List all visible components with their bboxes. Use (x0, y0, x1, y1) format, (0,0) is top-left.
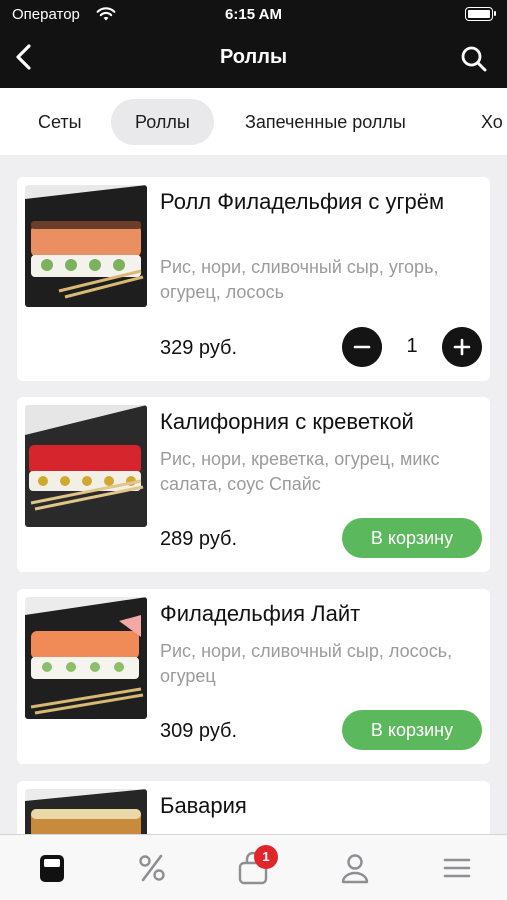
status-time: 6:15 AM (225, 6, 282, 23)
category-tabs: Сеты Роллы Запеченные роллы Хо (0, 88, 507, 155)
product-name: Ролл Филадельфия с угрём (160, 189, 445, 214)
product-list: Ролл Филадельфия с угрём Рис, нори, слив… (0, 155, 507, 834)
add-to-cart-button[interactable]: В корзину (342, 710, 482, 750)
profile-icon[interactable] (338, 851, 372, 885)
product-image (25, 597, 147, 719)
product-card[interactable]: Ролл Филадельфия с угрём Рис, нори, слив… (17, 177, 490, 381)
search-icon[interactable] (459, 44, 489, 74)
product-price: 309 руб. (160, 720, 238, 742)
product-card[interactable]: Калифорния с креветкой Рис, нори, кревет… (17, 397, 490, 572)
tab-hot[interactable]: Хо (457, 99, 507, 145)
minus-icon[interactable] (342, 327, 382, 367)
top-bar: Оператор 6:15 AM Роллы (0, 0, 507, 88)
tab-sets[interactable]: Сеты (14, 99, 106, 145)
tab-rolls[interactable]: Роллы (111, 99, 214, 145)
cart-badge: 1 (254, 845, 278, 869)
product-card[interactable]: Бавария (17, 781, 490, 834)
discount-icon[interactable] (135, 851, 169, 885)
quantity-value: 1 (406, 335, 418, 357)
product-image (25, 405, 147, 527)
more-icon[interactable] (440, 851, 474, 885)
tab-baked-rolls[interactable]: Запеченные роллы (221, 99, 430, 145)
cart-tab[interactable]: 1 (236, 845, 278, 885)
bottom-tab-bar: 1 (0, 834, 507, 900)
product-image (25, 789, 147, 834)
status-bar: Оператор 6:15 AM (0, 0, 507, 32)
page-title: Роллы (219, 46, 288, 68)
product-name: Калифорния с креветкой (160, 409, 414, 434)
product-description: Рис, нори, креветка, огурец, микс салата… (160, 449, 440, 494)
product-name: Филадельфия Лайт (160, 601, 361, 626)
product-description: Рис, нори, сливочный сыр, лосось, огурец (160, 641, 453, 686)
quantity-stepper: 1 (342, 327, 482, 367)
product-price: 289 руб. (160, 528, 238, 550)
product-card[interactable]: Филадельфия Лайт Рис, нори, сливочный сы… (17, 589, 490, 764)
product-description: Рис, нори, сливочный сыр, угорь, огурец,… (160, 257, 439, 302)
product-price: 329 руб. (160, 337, 238, 359)
product-name: Бавария (160, 793, 247, 818)
plus-icon[interactable] (442, 327, 482, 367)
battery-icon (465, 7, 496, 21)
product-image (25, 185, 147, 307)
add-to-cart-button[interactable]: В корзину (342, 518, 482, 558)
menu-icon[interactable] (35, 851, 69, 885)
